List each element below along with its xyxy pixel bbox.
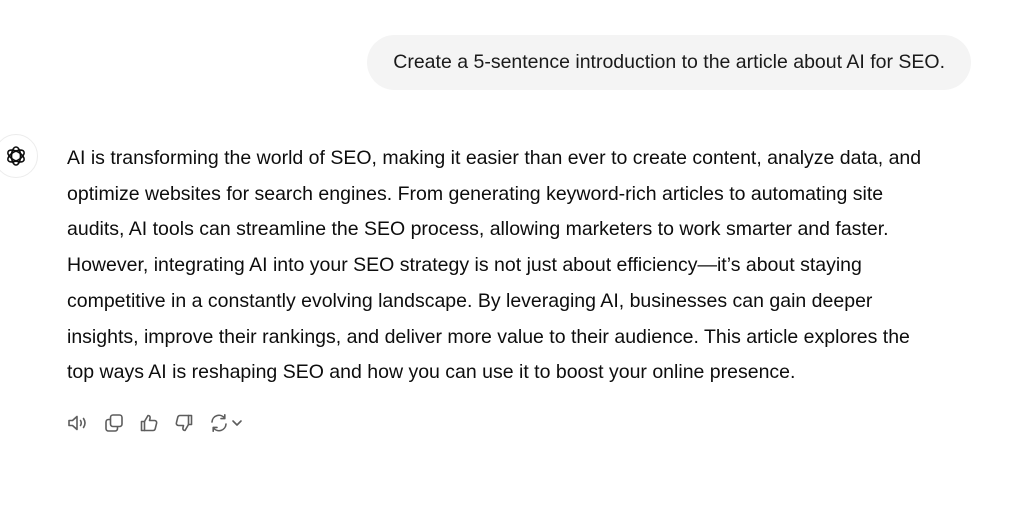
speaker-icon bbox=[68, 415, 86, 431]
assistant-avatar bbox=[0, 134, 38, 178]
thumbs-down-icon bbox=[175, 414, 193, 432]
thumbs-up-icon bbox=[140, 414, 158, 432]
message-actions-bar bbox=[67, 411, 243, 435]
chatgpt-logo-icon bbox=[7, 146, 25, 166]
assistant-response-text: AI is transforming the world of SEO, mak… bbox=[67, 147, 922, 384]
good-response-button[interactable] bbox=[139, 411, 159, 435]
read-aloud-button[interactable] bbox=[67, 411, 89, 435]
copy-icon bbox=[105, 414, 123, 432]
regenerate-button[interactable] bbox=[209, 411, 243, 435]
regenerate-icon bbox=[211, 414, 227, 432]
chevron-down-icon bbox=[232, 420, 242, 426]
bad-response-button[interactable] bbox=[174, 411, 194, 435]
user-message-text: Create a 5-sentence introduction to the … bbox=[393, 51, 945, 73]
copy-button[interactable] bbox=[104, 411, 124, 435]
user-message-bubble: Create a 5-sentence introduction to the … bbox=[367, 35, 971, 90]
